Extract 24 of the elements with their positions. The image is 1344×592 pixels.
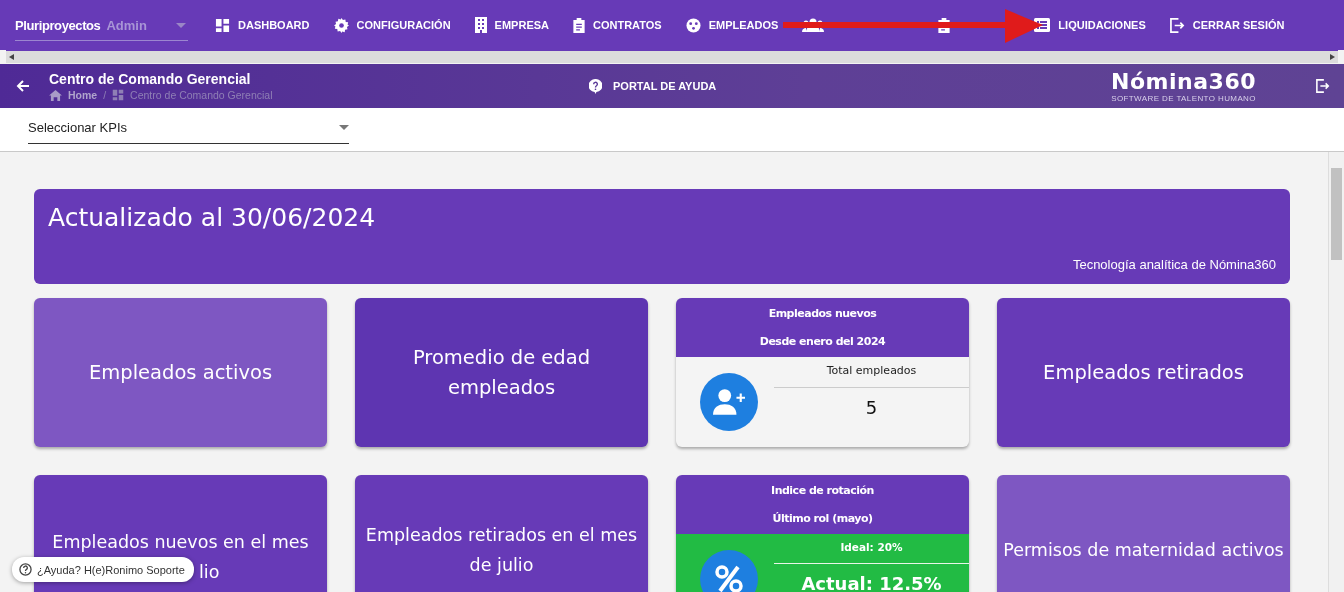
card-title: Permisos de maternidad activos bbox=[1002, 538, 1285, 562]
stat-value: Actual: 12.5% bbox=[800, 572, 943, 592]
card-title: Empleados activos bbox=[87, 359, 274, 386]
card-heading: Indice de rotación bbox=[771, 484, 874, 498]
card-title: lio bbox=[198, 561, 221, 584]
page-title: Centro de Comando Gerencial bbox=[49, 71, 252, 87]
card-heading: Desde enero del 2024 bbox=[759, 334, 886, 348]
card-heading: Último rol (mayo) bbox=[772, 511, 873, 525]
stat-value: 5 bbox=[864, 396, 879, 418]
banner-caption: Tecnología analítica de Nómina360 bbox=[1072, 257, 1276, 272]
stat-label: Total empleados bbox=[774, 357, 969, 388]
company-name: Pluriproyectos bbox=[15, 18, 101, 33]
breadcrumb-separator: / bbox=[103, 89, 107, 101]
banner-title: Actualizado al 30/06/2024 bbox=[48, 203, 377, 232]
logo-tagline: SOFTWARE DE TALENTO HUMANO bbox=[1111, 93, 1256, 103]
card-heading: Empleados nuevos bbox=[768, 307, 877, 321]
breadcrumb-current: Centro de Comando Gerencial bbox=[130, 89, 273, 101]
card-title: Empleados retirados bbox=[1042, 359, 1245, 386]
card-title: Empleados nuevos en el mes bbox=[51, 531, 310, 554]
logo: Nómina360 bbox=[1111, 69, 1256, 94]
stat-label: Ideal: 20% bbox=[774, 534, 969, 564]
card-title: Empleados retirados en el mes de julio bbox=[364, 523, 639, 577]
card-title: Promedio de edad empleados bbox=[411, 344, 592, 401]
role-name: Admin bbox=[106, 18, 147, 33]
